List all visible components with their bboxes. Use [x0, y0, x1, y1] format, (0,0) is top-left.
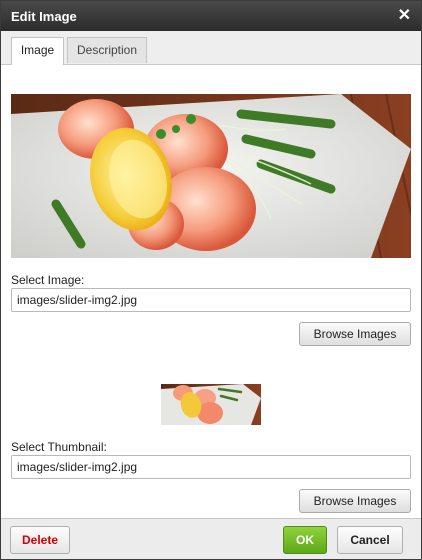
dialog-footer: Delete OK Cancel	[1, 518, 421, 559]
select-image-label: Select Image:	[11, 273, 85, 287]
select-thumbnail-label: Select Thumbnail:	[11, 440, 107, 454]
image-path-input[interactable]	[11, 288, 411, 312]
close-icon[interactable]: ✕	[398, 8, 411, 24]
cancel-button[interactable]: Cancel	[337, 526, 403, 554]
dialog-title: Edit Image	[11, 8, 77, 24]
delete-button[interactable]: Delete	[10, 526, 70, 554]
tab-bar: Image Description	[1, 31, 421, 65]
ok-button[interactable]: OK	[283, 526, 327, 554]
browse-thumbnail-button[interactable]: Browse Images	[299, 489, 411, 513]
image-preview	[11, 94, 411, 258]
dialog-titlebar: Edit Image ✕	[1, 1, 421, 31]
image-tab-panel: Select Image: Browse Images Select Thumb…	[1, 65, 421, 519]
tab-description[interactable]: Description	[67, 37, 147, 63]
thumbnail-preview	[161, 384, 261, 425]
edit-image-dialog: Edit Image ✕ Image Description Select Im…	[0, 0, 422, 560]
thumbnail-path-input[interactable]	[11, 455, 411, 479]
tab-image[interactable]: Image	[11, 37, 64, 65]
browse-images-button[interactable]: Browse Images	[299, 322, 411, 346]
